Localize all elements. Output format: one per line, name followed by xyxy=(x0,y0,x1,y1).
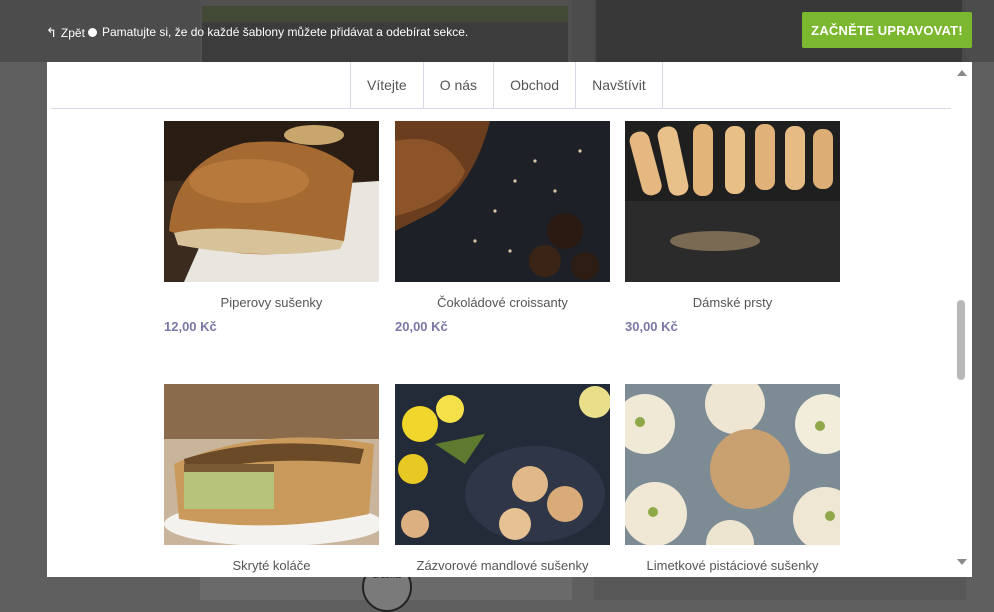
product-name: Skryté koláče xyxy=(232,558,311,573)
template-preview-modal: Vítejte O nás Obchod Navštívit Piperovy … xyxy=(47,62,972,577)
nav-item-o-nas[interactable]: O nás xyxy=(422,62,494,108)
scroll-down-arrow-icon[interactable] xyxy=(957,559,967,565)
scroll-up-arrow-icon[interactable] xyxy=(957,70,967,76)
product-price: 30,00 Kč xyxy=(625,319,678,334)
sections-notice: Pamatujte si, že do každé šablony můžete… xyxy=(88,25,468,39)
product-photo-quiche[interactable] xyxy=(164,384,379,545)
product-photo-bread[interactable] xyxy=(164,121,379,282)
nav-item-obchod[interactable]: Obchod xyxy=(493,62,576,108)
back-label: Zpět xyxy=(60,26,85,40)
product-name: Zázvorové mandlové sušenky xyxy=(416,558,589,573)
site-navigation-bar: Vítejte O nás Obchod Navštívit xyxy=(51,62,951,109)
product-photo-croissant[interactable] xyxy=(395,121,610,282)
product-card-zazvorove-mandlove-susenky[interactable]: Zázvorové mandlové sušenky xyxy=(395,384,610,574)
product-card-limetkove-pistaciove-susenky[interactable]: Limetkové pistáciové sušenky xyxy=(625,384,840,574)
product-photo-ladyfingers[interactable] xyxy=(625,121,840,282)
product-card-skryte-kolace[interactable]: Skryté koláče xyxy=(164,384,379,574)
nav-item-vitejte[interactable]: Vítejte xyxy=(350,62,423,108)
product-name: Piperovy sušenky xyxy=(220,295,323,310)
product-name: Čokoládové croissanty xyxy=(437,295,568,310)
product-price: 20,00 Kč xyxy=(395,319,448,334)
back-button[interactable]: ↰ Zpět xyxy=(46,25,85,41)
product-name: Dámské prsty xyxy=(692,295,773,310)
nav-item-navstivit[interactable]: Navštívit xyxy=(575,62,663,108)
editor-toolbar: ↰ Zpět Pamatujte si, že do každé šablony… xyxy=(0,0,994,62)
back-arrow-icon: ↰ xyxy=(46,25,57,40)
site-nav: Vítejte O nás Obchod Navštívit xyxy=(350,62,663,108)
info-dot-icon xyxy=(88,27,97,37)
scrollbar-thumb[interactable] xyxy=(957,300,965,380)
start-editing-button[interactable]: ZAČNĚTE UPRAVOVAT! xyxy=(802,12,972,48)
product-card-cokoladove-croissanty[interactable]: Čokoládové croissanty 20,00 Kč xyxy=(395,121,610,334)
product-name: Limetkové pistáciové sušenky xyxy=(646,558,819,573)
product-card-damske-prsty[interactable]: Dámské prsty 30,00 Kč xyxy=(625,121,840,334)
product-card-piperovy-susenky[interactable]: Piperovy sušenky 12,00 Kč xyxy=(164,121,379,334)
product-photo-pistachio-cookies[interactable] xyxy=(625,384,840,545)
modal-scrollbar[interactable] xyxy=(953,62,972,577)
product-photo-almond-cookies[interactable] xyxy=(395,384,610,545)
notice-text: Pamatujte si, že do každé šablony můžete… xyxy=(102,25,469,39)
product-price: 12,00 Kč xyxy=(164,319,217,334)
